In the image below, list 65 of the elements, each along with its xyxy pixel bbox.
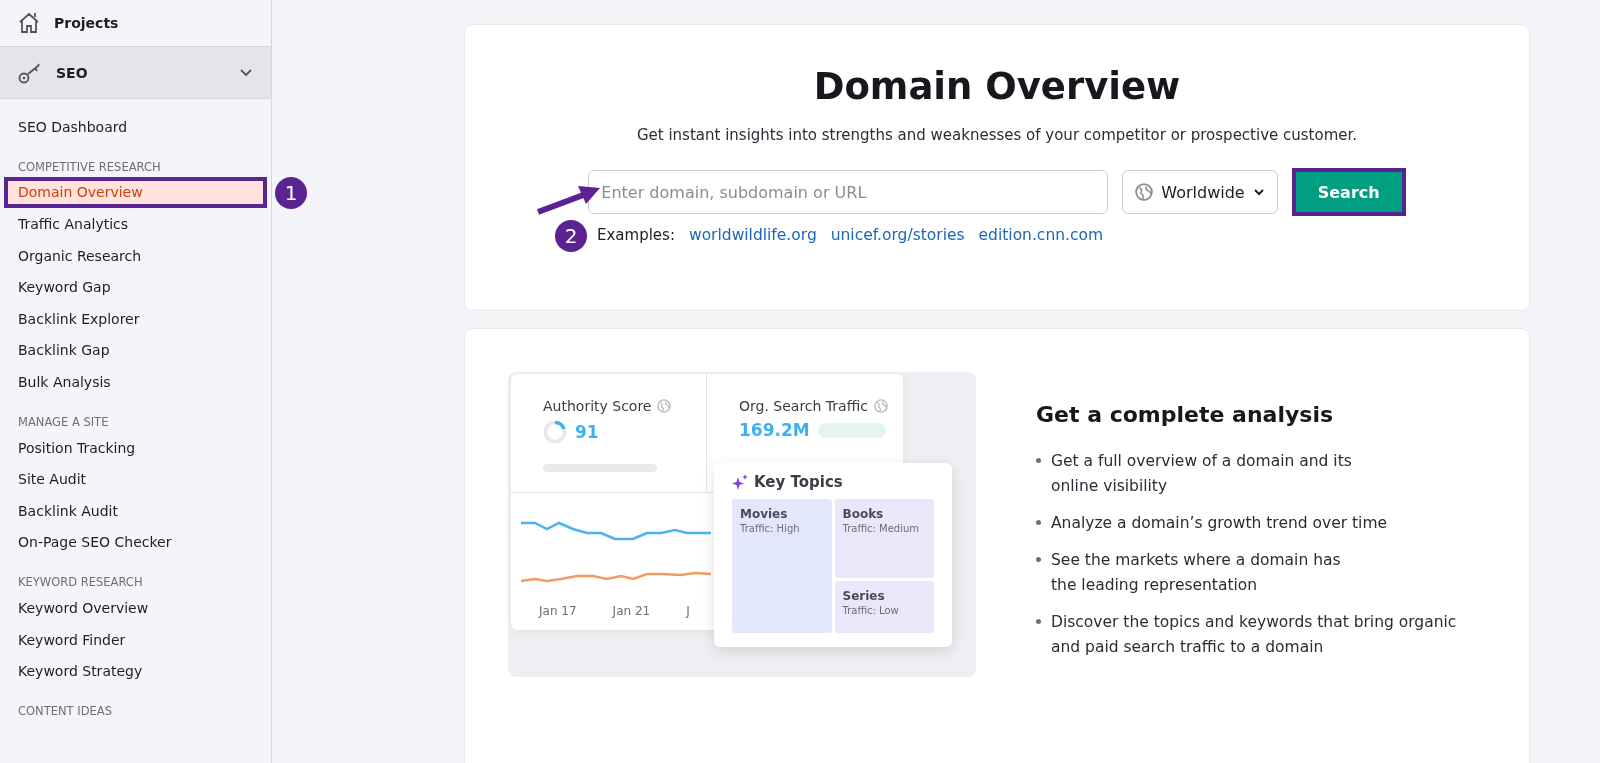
- projects-link[interactable]: Projects: [54, 15, 119, 31]
- topic-traffic: Traffic: Medium: [842, 523, 921, 534]
- feature-heading: Get a complete analysis: [1036, 402, 1334, 427]
- topic-name: Books: [842, 507, 885, 521]
- bullet-icon: [1036, 619, 1041, 624]
- globe-icon: [873, 399, 888, 413]
- nav-item[interactable]: Backlink Audit: [0, 494, 271, 527]
- step-number-badge: 1: [275, 176, 307, 209]
- topic-traffic: Traffic: High: [740, 523, 801, 534]
- feature-bullet-text: Get a full overview of a domain and its online visibility: [1051, 451, 1352, 497]
- nav-item[interactable]: Position Tracking: [0, 431, 271, 464]
- feature-bullet-text: Analyze a domain’s growth trend over time: [1051, 513, 1387, 534]
- topic-name: Movies: [740, 507, 789, 521]
- nav-item[interactable]: Bulk Analysis: [0, 366, 271, 398]
- example-link[interactable]: edition.cnn.com: [978, 226, 1104, 244]
- region-dropdown[interactable]: Worldwide: [1122, 170, 1278, 214]
- examples-label: Examples:: [597, 226, 675, 244]
- score-ring-icon: [543, 420, 567, 444]
- nav-item[interactable]: SEO Dashboard: [0, 111, 271, 143]
- bullet-icon: [1036, 557, 1041, 562]
- bullet-icon: [1036, 520, 1041, 525]
- key-icon: [18, 61, 42, 84]
- search-traffic-value: 169.2M: [739, 420, 810, 440]
- nav-item[interactable]: Organic Research: [0, 239, 271, 272]
- sparkle-icon: [732, 474, 748, 490]
- placeholder-bar: [817, 422, 886, 438]
- nav-item[interactable]: Traffic Analytics: [0, 208, 271, 240]
- nav-item[interactable]: Keyword Finder: [0, 623, 271, 656]
- section-heading: CONTENT IDEAS: [17, 702, 113, 720]
- step-number-badge: 2: [555, 220, 587, 252]
- chevron-icon[interactable]: [239, 67, 253, 78]
- section-heading: MANAGE A SITE: [17, 413, 110, 431]
- search-traffic-label: Org. Search Traffic: [739, 398, 903, 414]
- example-link[interactable]: worldwildlife.org: [688, 226, 817, 244]
- example-link[interactable]: unicef.org/stories: [830, 226, 965, 244]
- domain-input-field[interactable]: Enter domain, subdomain or URL: [588, 170, 1109, 214]
- nav-item[interactable]: Backlink Gap: [0, 334, 271, 367]
- nav-item[interactable]: Keyword Overview: [0, 592, 271, 624]
- bullet-icon: [1036, 458, 1041, 463]
- home-icon[interactable]: [18, 11, 40, 35]
- section-heading: KEYWORD RESEARCH: [17, 574, 144, 592]
- globe-icon: [657, 399, 672, 413]
- axis-date-label: Jan 21: [612, 604, 651, 618]
- nav-item[interactable]: Keyword Gap: [0, 271, 271, 303]
- seo-module-header[interactable]: SEO: [0, 47, 271, 99]
- axis-date-label: Jan 17: [539, 604, 577, 618]
- chevron-icon: [1252, 188, 1265, 196]
- feature-bullet-text: Discover the topics and keywords that bring organic and paid search traffic to a domain: [1051, 612, 1457, 658]
- seo-label: SEO: [56, 64, 89, 81]
- pointer-arrow: [536, 184, 601, 216]
- authority-score-value: 91: [575, 422, 599, 442]
- nav-item[interactable]: Backlink Explorer: [0, 302, 271, 335]
- axis-date-label: J: [686, 604, 690, 618]
- nav-item[interactable]: Site Audit: [0, 463, 271, 495]
- section-heading: COMPETITIVE RESEARCH: [17, 158, 162, 176]
- topic-name: Series: [842, 589, 886, 604]
- key-topics-title: Key Topics: [754, 473, 843, 491]
- authority-score-label: Authority Score: [543, 398, 706, 414]
- page-title: Domain Overview: [813, 65, 1181, 108]
- page-subtitle: Get instant insights into strengths and weaknesses of your competitor or prospective customer.: [636, 126, 1358, 144]
- feature-bullet-text: See the markets where a domain has the leading representation: [1051, 550, 1341, 596]
- topic-traffic: Traffic: Low: [842, 605, 900, 617]
- globe-icon: [1135, 183, 1154, 201]
- nav-item[interactable]: On-Page SEO Checker: [0, 526, 271, 559]
- nav-item[interactable]: Keyword Strategy: [0, 655, 271, 687]
